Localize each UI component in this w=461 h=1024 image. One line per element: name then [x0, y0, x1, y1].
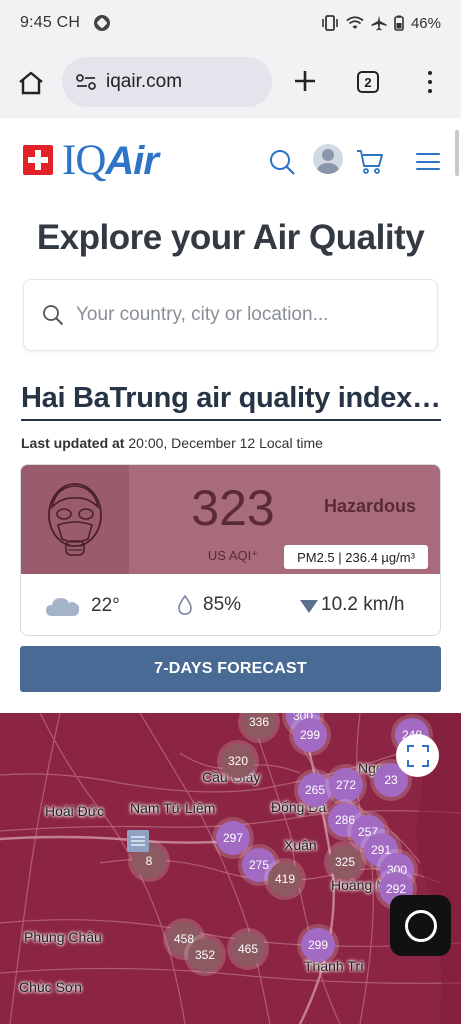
gas-mask-face-icon — [48, 482, 102, 556]
aqi-face-panel — [21, 465, 129, 574]
plus-icon — [295, 71, 315, 91]
humidity-drop-icon — [178, 595, 192, 615]
map-aqi-marker[interactable]: 297 — [216, 821, 250, 855]
hamburger-menu-icon[interactable] — [416, 153, 440, 170]
tab-switcher-button[interactable]: 2 — [357, 71, 379, 93]
aqi-heading: Hai BaTrung air quality index… — [21, 382, 441, 421]
map-aqi-marker[interactable]: 352 — [188, 938, 222, 972]
last-updated: Last updated at 20:00, December 12 Local… — [21, 435, 323, 451]
new-tab-button[interactable] — [290, 66, 320, 96]
fullscreen-icon — [406, 744, 429, 767]
place-label-chuc-son: Chúc Sơn — [19, 979, 82, 995]
address-bar[interactable]: iqair.com — [62, 57, 272, 107]
map-aqi-marker[interactable]: 325 — [328, 845, 362, 879]
search-input[interactable] — [76, 304, 396, 326]
screen-capture-button[interactable] — [390, 895, 451, 956]
browser-toolbar: iqair.com 2 — [0, 46, 461, 118]
iqair-logo[interactable]: IQAir — [62, 138, 159, 184]
wind-direction-icon — [300, 600, 318, 613]
vpn-icon — [94, 15, 111, 31]
temperature-value: 22° — [91, 595, 120, 616]
airplane-icon — [371, 15, 387, 31]
weather-humidity: 85% — [177, 594, 241, 616]
aqi-value: 323 — [191, 480, 275, 536]
status-icons: 46% — [321, 15, 441, 32]
main-pollutant-badge: PM2.5 | 236.4 µg/m³ — [284, 545, 428, 569]
map-aqi-marker[interactable]: 272 — [329, 768, 363, 802]
weather-row: 22° 85% 10.2 km/h — [21, 574, 440, 635]
map-aqi-marker[interactable]: 265 — [298, 773, 332, 807]
home-button[interactable] — [16, 68, 46, 98]
page-title: Explore your Air Quality — [36, 218, 425, 257]
site-settings-icon[interactable] — [76, 74, 96, 90]
map-aqi-marker[interactable]: 320 — [221, 744, 255, 778]
battery-icon — [394, 15, 404, 31]
swiss-flag-logo-icon[interactable] — [23, 145, 53, 175]
place-label-phung-chau: Phụng Châu — [24, 929, 102, 945]
url-text: iqair.com — [106, 71, 183, 92]
place-label-hoai-duc: Hoài Đức — [45, 803, 105, 819]
map-aqi-marker[interactable]: 465 — [231, 932, 265, 966]
last-updated-label: Last updated at — [21, 435, 125, 451]
humidity-value: 85% — [203, 594, 242, 615]
place-label-xuan: Xuân — [284, 837, 317, 853]
user-avatar-icon[interactable] — [313, 144, 343, 174]
map-aqi-marker[interactable]: 299 — [301, 928, 335, 962]
map-aqi-marker[interactable]: 299 — [293, 718, 327, 752]
search-icon — [43, 305, 64, 326]
weather-wind: 10.2 km/h — [299, 594, 404, 616]
status-bar: 9:45 CH 46% — [0, 0, 461, 46]
building-icon — [127, 830, 149, 852]
search-icon[interactable] — [268, 148, 296, 176]
web-page: IQAir Explore your Air Quality Hai BaTru… — [0, 118, 461, 1024]
wifi-icon — [346, 16, 364, 29]
home-icon — [19, 71, 43, 95]
aqi-summary: 323 US AQI⁺ Hazardous PM2.5 | 236.4 µg/m… — [21, 465, 440, 574]
forecast-button[interactable]: 7-DAYS FORECAST — [20, 646, 441, 692]
last-updated-value: 20:00, December 12 Local time — [128, 435, 323, 451]
status-time: 9:45 CH — [20, 14, 81, 31]
aqi-level: Hazardous — [323, 496, 417, 516]
aqi-map[interactable]: Cầu Giấy Hoài Đức Nam Từ Liêm Đống Đa Ng… — [0, 713, 461, 1024]
weather-temperature: 22° — [45, 594, 120, 618]
browser-menu-button[interactable] — [420, 68, 440, 96]
map-aqi-marker[interactable]: 419 — [268, 862, 302, 896]
wind-value: 10.2 km/h — [321, 594, 405, 615]
place-label-nam-tu-liem: Nam Từ Liêm — [130, 800, 216, 816]
aqi-card: 323 US AQI⁺ Hazardous PM2.5 | 236.4 µg/m… — [20, 464, 441, 636]
site-header: IQAir — [0, 118, 461, 206]
vibrate-icon — [322, 15, 338, 31]
map-fullscreen-button[interactable] — [396, 734, 439, 777]
location-search[interactable] — [23, 279, 438, 351]
cloud-icon — [46, 598, 80, 616]
battery-percent: 46% — [410, 14, 441, 32]
cart-icon[interactable] — [356, 148, 384, 176]
